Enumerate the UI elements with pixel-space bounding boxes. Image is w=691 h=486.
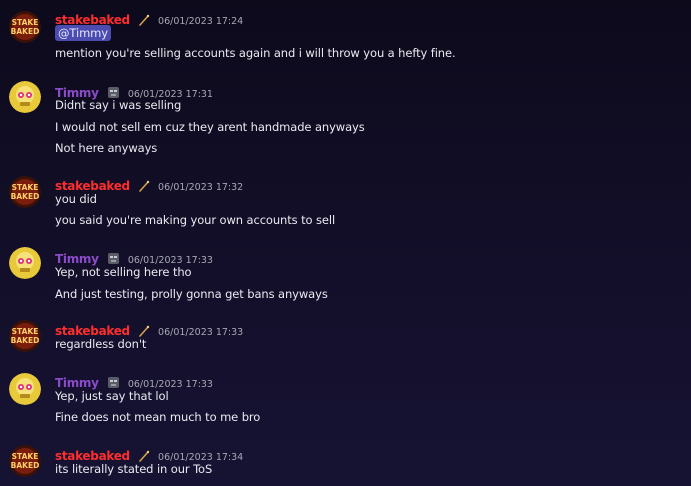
timestamp: 06/01/2023 17:24 — [158, 16, 244, 27]
author-name[interactable]: stakebaked — [55, 179, 130, 193]
avatar-stakebaked[interactable]: STAKE BAKED — [9, 11, 41, 43]
avatar-stakebaked[interactable]: STAKE BAKED — [9, 320, 41, 352]
message-text: you did — [55, 192, 97, 206]
message-text: I would not sell em cuz they arent handm… — [55, 120, 365, 134]
message-text: Not here anyways — [55, 141, 158, 155]
avatar-timmy[interactable] — [9, 81, 41, 113]
message-text: its literally stated in our ToS — [55, 462, 213, 476]
author-name[interactable]: stakebaked — [55, 324, 130, 338]
author-name[interactable]: Timmy — [55, 376, 99, 390]
bat-icon — [138, 177, 150, 196]
message-text: you said you're making your own accounts… — [55, 213, 336, 227]
svg-text:STAKE: STAKE — [12, 18, 39, 27]
author-name[interactable]: stakebaked — [55, 449, 130, 463]
message-text: mention you're selling accounts again an… — [55, 46, 456, 60]
message-text: regardless don't — [55, 337, 147, 351]
avatar-stakebaked[interactable]: STAKE BAKED — [9, 445, 41, 477]
message-text: Fine does not mean much to me bro — [55, 410, 261, 424]
avatar-timmy[interactable] — [9, 373, 41, 405]
avatar-stakebaked[interactable]: STAKE BAKED — [9, 176, 41, 208]
svg-text:BAKED: BAKED — [11, 336, 40, 345]
svg-text:STAKE: STAKE — [12, 327, 39, 336]
timestamp: 06/01/2023 17:32 — [158, 182, 244, 193]
message-text: Yep, just say that lol — [55, 389, 169, 403]
svg-text:BAKED: BAKED — [11, 461, 40, 470]
bat-icon — [138, 11, 150, 30]
message-text: Yep, not selling here tho — [55, 265, 192, 279]
svg-text:BAKED: BAKED — [11, 27, 40, 36]
message-text: Didnt say i was selling — [55, 98, 182, 112]
timestamp: 06/01/2023 17:33 — [158, 327, 244, 338]
avatar-timmy[interactable] — [9, 247, 41, 279]
message-text: And just testing, prolly gonna get bans … — [55, 287, 328, 301]
user-mention[interactable]: @Timmy — [55, 25, 111, 41]
svg-text:STAKE: STAKE — [12, 183, 39, 192]
svg-text:BAKED: BAKED — [11, 192, 40, 201]
author-name[interactable]: Timmy — [55, 252, 99, 266]
svg-text:STAKE: STAKE — [12, 452, 39, 461]
